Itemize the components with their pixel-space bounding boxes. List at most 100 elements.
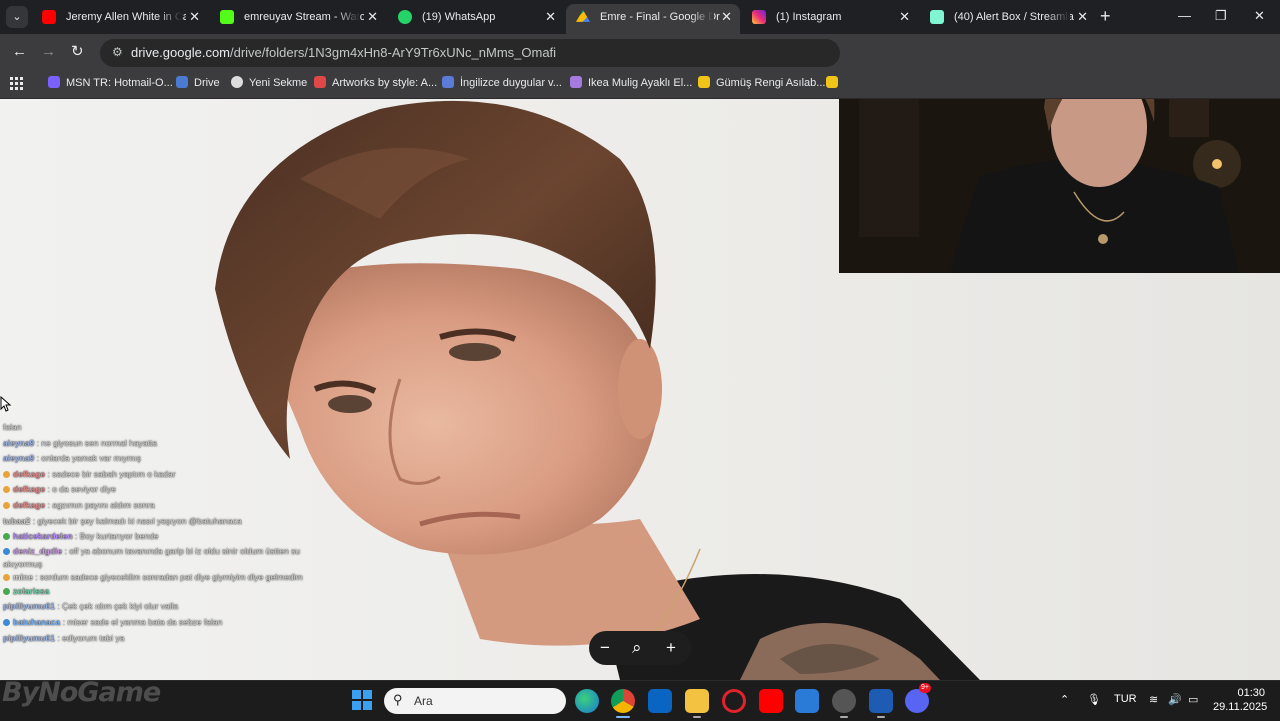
app-icon[interactable]: [869, 689, 893, 718]
zoom-out-button[interactable]: −: [600, 638, 610, 658]
discord-icon[interactable]: 9+: [905, 683, 931, 713]
drive-bookmark-icon: [176, 76, 188, 88]
search-icon: ⚲: [393, 692, 403, 707]
chat-message: batuhanaca : miser sade el yanma bata da…: [0, 615, 310, 631]
url-text[interactable]: drive.google.com/drive/folders/1N3gm4xHn…: [131, 45, 556, 60]
wifi-icon[interactable]: ≋: [1149, 693, 1158, 706]
instagram-icon: [752, 10, 766, 24]
tab-whatsapp[interactable]: (19) WhatsApp ✕: [388, 4, 564, 34]
zoom-reset-button[interactable]: ⌕: [632, 638, 642, 658]
microphone-icon[interactable]: 🎙: [1087, 693, 1101, 706]
globe-icon: [231, 76, 243, 88]
close-icon[interactable]: ✕: [1077, 4, 1088, 30]
taskbar-search[interactable]: ⚲ Ara: [384, 688, 566, 714]
chat-message: defkage : o da seviyor diye: [0, 482, 310, 498]
tab-instagram[interactable]: (1) Instagram ✕: [742, 4, 918, 34]
chat-message: zolarissa: [0, 584, 310, 600]
minimize-button[interactable]: —: [1178, 9, 1191, 23]
chat-message: defkage : agzımın payını aldım sonra: [0, 498, 310, 514]
bookmark-overflow[interactable]: [826, 76, 844, 89]
battery-icon[interactable]: ▭: [1188, 693, 1198, 706]
bookmark-icon: [826, 76, 838, 88]
pin-icon: [698, 76, 710, 88]
badge-icon: [3, 587, 10, 595]
close-icon[interactable]: ✕: [189, 4, 200, 30]
zoom-controls: − ⌕ +: [589, 631, 691, 665]
forward-icon[interactable]: →: [41, 43, 56, 61]
apps-grid-icon[interactable]: [10, 77, 23, 90]
tab-youtube[interactable]: Jeremy Allen White in Calvin ✕: [32, 4, 208, 34]
artworks-icon: [314, 76, 326, 88]
zoom-in-button[interactable]: +: [666, 638, 676, 658]
chat-message: pipiliyumu61 : Çek çek ıdım çek kiyi olu…: [3, 601, 179, 612]
chat-message: mine : sordum sadece giyeceklim sonradan…: [0, 571, 303, 584]
back-icon[interactable]: ←: [12, 43, 27, 61]
chat-message: falan: [3, 422, 22, 432]
badge-icon: [3, 486, 10, 494]
chevron-up-icon[interactable]: ⌃: [1060, 693, 1069, 706]
microsoft-store-icon[interactable]: [795, 689, 819, 713]
tab-title: (1) Instagram: [776, 11, 842, 23]
close-icon[interactable]: ✕: [721, 4, 732, 30]
image-preview[interactable]: falan aleyna9 : ne giyosun sen normal ha…: [0, 99, 1280, 680]
notification-badge: 9+: [919, 683, 931, 693]
edge-icon[interactable]: [575, 689, 599, 713]
webcam-overlay: [839, 99, 1280, 273]
taskbar: ByNoGame ⚲ Ara 9+ ⌃ 🎙 TUR ≋ 🔊 ▭ 01:30 29…: [0, 677, 1280, 721]
badge-icon: [3, 573, 10, 581]
restore-button[interactable]: ❐: [1215, 9, 1227, 23]
tab-kick[interactable]: emreuyav Stream - Watch ✕: [210, 4, 386, 34]
bookmark-ingilizce[interactable]: İngilizce duygular v...: [442, 76, 562, 89]
language-indicator[interactable]: TUR: [1114, 693, 1137, 705]
bookmark-yeni-sekme[interactable]: Yeni Sekme: [231, 76, 307, 89]
mouse-cursor-icon: [0, 396, 12, 412]
chat-message: tubaa2 : giyecek bir şey kalmadı ki nası…: [3, 515, 242, 526]
file-explorer-icon[interactable]: [685, 689, 709, 718]
new-tab-button[interactable]: +: [1100, 7, 1111, 25]
browser-toolbar: ← → ↻ ⚙ drive.google.com/drive/folders/1…: [0, 34, 1280, 70]
whatsapp-icon: [398, 10, 412, 24]
chat-message: defkage : sadece bir sabah yaptım o kada…: [0, 467, 310, 483]
obs-icon[interactable]: [832, 689, 856, 718]
bookmark-drive[interactable]: Drive: [176, 76, 220, 89]
chrome-icon[interactable]: [611, 689, 635, 718]
reload-icon[interactable]: ↻: [71, 43, 84, 61]
tab-google-drive[interactable]: Emre - Final - Google Drive ✕: [566, 4, 740, 34]
badge-icon: [3, 501, 10, 509]
clock[interactable]: 01:30 29.11.2025: [1213, 686, 1268, 714]
tab-search-button[interactable]: ⌄: [6, 6, 28, 28]
clock-time: 01:30: [1237, 687, 1265, 699]
msn-icon: [48, 76, 60, 88]
chat-message: deniz_dgdle : off ya abonum tavanında ga…: [3, 545, 301, 569]
site-info-icon[interactable]: ⚙: [112, 45, 123, 59]
streamlabs-icon: [930, 10, 944, 24]
badge-icon: [3, 533, 10, 541]
tab-strip: ⌄ Jeremy Allen White in Calvin ✕ emreuya…: [0, 0, 1280, 34]
bookmark-artworks[interactable]: Artworks by style: A...: [314, 76, 437, 89]
address-bar[interactable]: ⚙ drive.google.com/drive/folders/1N3gm4x…: [100, 39, 840, 67]
bookmark-gumus[interactable]: Gümüş Rengi Asılab...: [698, 76, 825, 89]
stream-chat: falan aleyna9 : ne giyosun sen normal ha…: [0, 420, 310, 646]
kick-icon: [220, 10, 234, 24]
bookmark-msn[interactable]: MSN TR: Hotmail-O...: [48, 76, 173, 89]
clock-date: 29.11.2025: [1213, 701, 1268, 713]
chat-message: aleyna9 : onlarda yamak var mıymış: [3, 453, 141, 464]
outlook-icon[interactable]: [648, 689, 672, 713]
close-window-button[interactable]: ✕: [1254, 9, 1265, 23]
youtube-app-icon[interactable]: [759, 689, 783, 713]
close-icon[interactable]: ✕: [545, 4, 556, 30]
close-icon[interactable]: ✕: [367, 4, 378, 30]
opera-icon[interactable]: [722, 689, 746, 713]
bookmark-ikea[interactable]: Ikea Mulig Ayaklı El...: [570, 76, 692, 89]
start-button[interactable]: [352, 690, 372, 710]
tab-streamlabs[interactable]: (40) Alert Box / Streamlabs ✕: [920, 4, 1096, 34]
chat-message: aleyna9 : ne giyosun sen normal hayatta: [3, 437, 158, 448]
bookmarks-bar: MSN TR: Hotmail-O... Drive Yeni Sekme Ar…: [0, 70, 1280, 99]
tab-title: (19) WhatsApp: [422, 11, 496, 23]
badge-icon: [3, 470, 10, 478]
ikea-icon: [570, 76, 582, 88]
volume-icon[interactable]: 🔊: [1168, 693, 1182, 706]
close-icon[interactable]: ✕: [899, 4, 910, 30]
chat-message: pipiliyumu61 : ediyorum tabi ya: [3, 632, 125, 643]
chat-message: haticekardelen : Boy kurtarıyor bende: [0, 529, 310, 545]
